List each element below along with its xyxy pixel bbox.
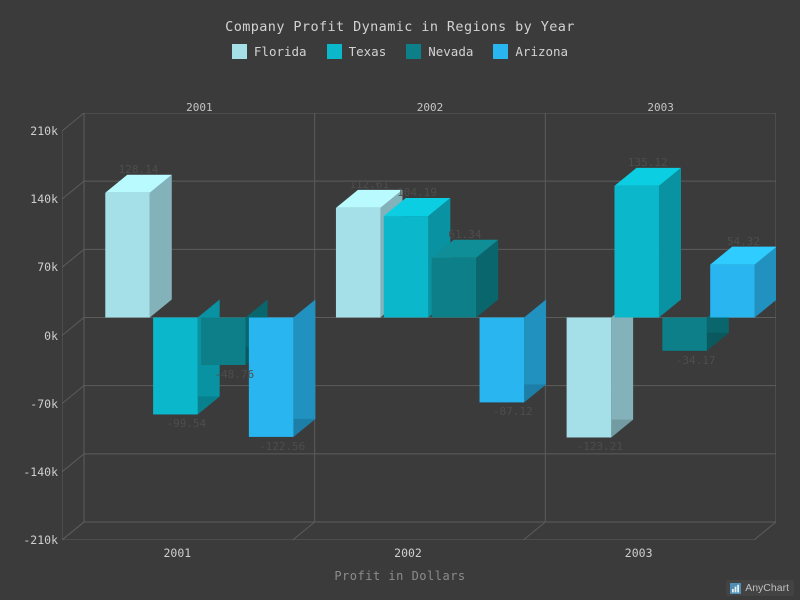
bar-chart-icon — [730, 582, 742, 594]
bar-florida-2003[interactable] — [566, 299, 634, 438]
grid-line-depth — [62, 180, 85, 200]
bar-front-face — [383, 216, 429, 318]
legend-item-florida[interactable]: Florida — [231, 44, 307, 59]
grid-line-depth — [62, 453, 85, 473]
bar-nevada-2002[interactable] — [431, 239, 499, 318]
grid-line-depth — [62, 317, 85, 336]
legend-label: Florida — [253, 44, 307, 59]
bar-front-face — [479, 317, 525, 403]
x-axis-tick: 2003 — [624, 546, 653, 560]
floor-depth-line — [292, 521, 315, 540]
bar-side-face — [658, 167, 681, 318]
grid-line-depth — [62, 385, 85, 405]
watermark-label: AnyChart — [745, 582, 789, 594]
chart-canvas: Company Profit Dynamic in Regions by Yea… — [0, 0, 800, 600]
anychart-watermark[interactable]: AnyChart — [726, 580, 794, 596]
grid-line-depth — [62, 248, 85, 268]
chart-legend: Florida Texas Nevada Arizona — [0, 44, 800, 59]
bar-front-face — [335, 207, 381, 318]
y-axis-tick: 0k — [44, 328, 58, 343]
bar-front-face — [566, 317, 612, 438]
legend-swatch-arizona — [493, 44, 509, 59]
legend-item-arizona[interactable]: Arizona — [493, 44, 568, 59]
y-axis-tick: 70k — [37, 260, 58, 275]
bar-front-face — [614, 185, 659, 318]
bar-texas-2003[interactable] — [614, 167, 681, 318]
grid-line-depth — [62, 113, 85, 132]
floor-depth-line — [523, 521, 546, 540]
bar-side-face — [293, 299, 316, 437]
bar-front-face — [201, 317, 246, 365]
legend-label: Texas — [348, 44, 387, 59]
bar-front-face — [710, 264, 755, 318]
legend-item-texas[interactable]: Texas — [326, 44, 387, 59]
legend-swatch-nevada — [406, 44, 422, 59]
chart-title: Company Profit Dynamic in Regions by Yea… — [225, 19, 575, 35]
bar-side-face — [149, 174, 172, 318]
x-axis-tick: 2002 — [394, 546, 422, 560]
legend-item-nevada[interactable]: Nevada — [406, 44, 473, 59]
floor-depth-line — [62, 521, 85, 540]
bar-arizona-2003[interactable] — [710, 246, 776, 318]
y-axis-tick: 140k — [30, 192, 58, 207]
bar-front-face — [431, 257, 477, 318]
bar-front-face — [248, 317, 294, 437]
x-axis-title: Profit in Dollars — [334, 569, 466, 583]
y-axis-tick-labels: 210k 140k 70k 0k -70k -140k -210k — [0, 113, 58, 547]
legend-swatch-texas — [326, 44, 342, 59]
bar-florida-2001[interactable] — [105, 174, 172, 318]
plot-svg — [62, 113, 776, 540]
bar-front-face — [105, 192, 150, 318]
legend-swatch-florida — [231, 44, 247, 59]
x-axis-tick: 2001 — [163, 546, 192, 560]
bar-arizona-2002[interactable] — [479, 299, 547, 403]
legend-label: Arizona — [515, 44, 569, 59]
floor-depth-line — [753, 521, 776, 540]
y-axis-tick: 210k — [30, 124, 58, 138]
y-axis-tick: -140k — [23, 464, 58, 479]
y-axis-tick: -70k — [30, 396, 58, 411]
bar-side-face — [611, 299, 634, 438]
y-axis-tick: -210k — [23, 533, 58, 547]
legend-label: Nevada — [428, 44, 474, 59]
x-axis-tick-labels: 2001 2002 2003 — [0, 546, 800, 564]
bar-arizona-2001[interactable] — [248, 299, 316, 437]
plot-area — [62, 113, 776, 540]
bar-front-face — [153, 317, 198, 415]
bar-front-face — [662, 317, 707, 351]
